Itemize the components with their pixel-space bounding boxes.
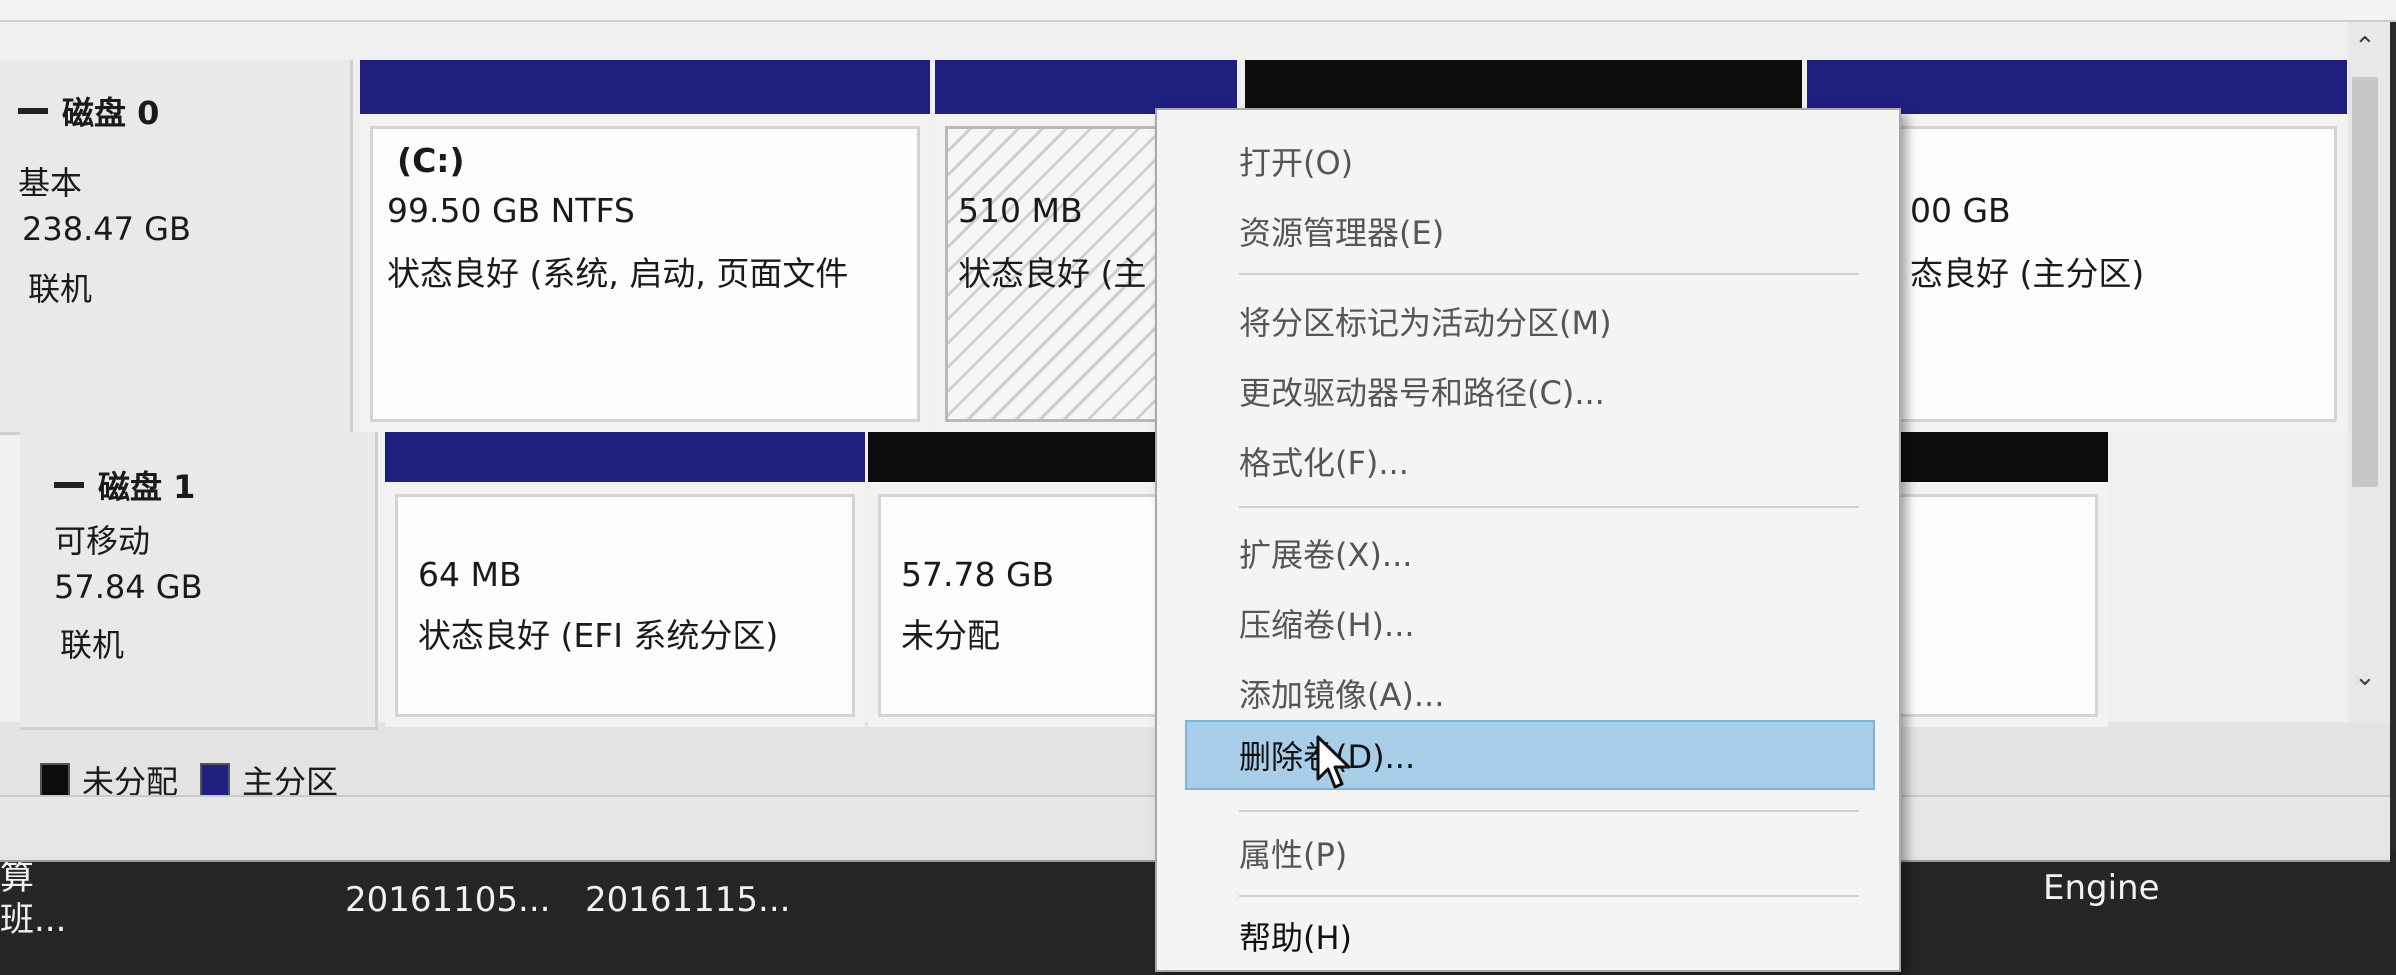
desktop-item-label[interactable]: 20161105... [345, 880, 550, 920]
partition-color-bar [1807, 60, 2347, 114]
desktop-item-label[interactable]: 20161115... [585, 880, 790, 920]
disk-size-label: 57.84 GB [54, 568, 203, 606]
context-menu: 打开(O) 资源管理器(E) 将分区标记为活动分区(M) 更改驱动器号和路径(C… [1155, 108, 1901, 972]
legend-swatch-unallocated [40, 763, 70, 797]
desktop-item-label[interactable]: Engine [2043, 868, 2160, 908]
partition-size: 99.50 GB NTFS [387, 191, 635, 230]
partition-color-bar [385, 432, 865, 482]
partition-size: 00 GB [1910, 191, 2011, 230]
partition-color-bar [1245, 60, 1802, 114]
menu-item-help[interactable]: 帮助(H) [1187, 905, 1877, 967]
menu-item-format[interactable]: 格式化(F)... [1187, 430, 1877, 492]
menu-item-extend-volume[interactable]: 扩展卷(X)... [1187, 522, 1877, 584]
partition-body[interactable]: 64 MB 状态良好 (EFI 系统分区) [395, 494, 855, 717]
partition-size: 57.78 GB [901, 555, 1055, 594]
disk-info-panel[interactable]: 磁盘 1 可移动 57.84 GB 联机 [20, 432, 378, 730]
vertical-scrollbar[interactable]: ⌃ ⌄ [2348, 22, 2390, 722]
partition-status: 状态良好 (主 [958, 254, 1147, 293]
minus-collapse-icon[interactable] [18, 108, 48, 114]
partition-c[interactable]: (C:) 99.50 GB NTFS 状态良好 (系统, 启动, 页面文件 [360, 60, 930, 432]
menu-item-shrink-volume[interactable]: 压缩卷(H)... [1187, 592, 1877, 654]
disk-info-panel[interactable]: 磁盘 0 基本 238.47 GB 联机 [0, 60, 353, 435]
menu-item-change-drive-letter[interactable]: 更改驱动器号和路径(C)... [1187, 360, 1877, 422]
menu-separator [1239, 810, 1859, 812]
chevron-down-icon[interactable]: ⌄ [2354, 662, 2376, 692]
partition-size: 510 MB [958, 191, 1083, 230]
partition-size: 64 MB [418, 555, 522, 594]
disk-name-label: 磁盘 1 [98, 468, 196, 506]
chevron-up-icon[interactable]: ⌃ [2354, 32, 2376, 62]
partition-color-bar [360, 60, 930, 114]
menu-separator [1239, 895, 1859, 897]
minus-collapse-icon[interactable] [54, 482, 84, 488]
partition-status: 未分配 [901, 616, 1000, 655]
menu-item-open[interactable]: 打开(O) [1187, 130, 1877, 192]
legend-swatch-primary [200, 763, 231, 797]
partition-color-bar [935, 60, 1237, 114]
window-top-edge [0, 0, 2396, 22]
menu-item-explorer[interactable]: 资源管理器(E) [1187, 200, 1877, 262]
disk-status-label: 联机 [60, 626, 125, 664]
menu-item-delete-volume[interactable]: 删除卷(D)... [1185, 720, 1875, 790]
disk-title: 磁盘 0 [18, 88, 159, 134]
partition-body[interactable]: (C:) 99.50 GB NTFS 状态良好 (系统, 启动, 页面文件 [370, 126, 920, 422]
partition-efi[interactable]: 64 MB 状态良好 (EFI 系统分区) [385, 432, 865, 727]
menu-item-mark-active[interactable]: 将分区标记为活动分区(M) [1187, 290, 1877, 352]
disk-status-label: 联机 [28, 270, 93, 308]
partition-status: 状态良好 (EFI 系统分区) [418, 616, 779, 655]
menu-item-properties[interactable]: 属性(P) [1187, 822, 1877, 884]
disk-type-label: 可移动 [54, 522, 151, 560]
partition-status: 态良好 (主分区) [1910, 254, 2145, 293]
desktop-item-label[interactable]: 班... [0, 892, 66, 941]
disk-type-label: 基本 [18, 164, 83, 202]
menu-separator [1239, 273, 1859, 275]
disk-name-label: 磁盘 0 [62, 94, 160, 132]
menu-separator [1239, 506, 1859, 508]
mouse-pointer-icon [1316, 735, 1351, 789]
scrollbar-thumb[interactable] [2352, 77, 2378, 487]
partition-label: (C:) [397, 141, 465, 180]
menu-item-add-mirror[interactable]: 添加镜像(A)... [1187, 662, 1877, 724]
disk-title: 磁盘 1 [54, 462, 195, 508]
disk-size-label: 238.47 GB [22, 210, 191, 248]
partition-status: 状态良好 (系统, 启动, 页面文件 [387, 254, 849, 293]
